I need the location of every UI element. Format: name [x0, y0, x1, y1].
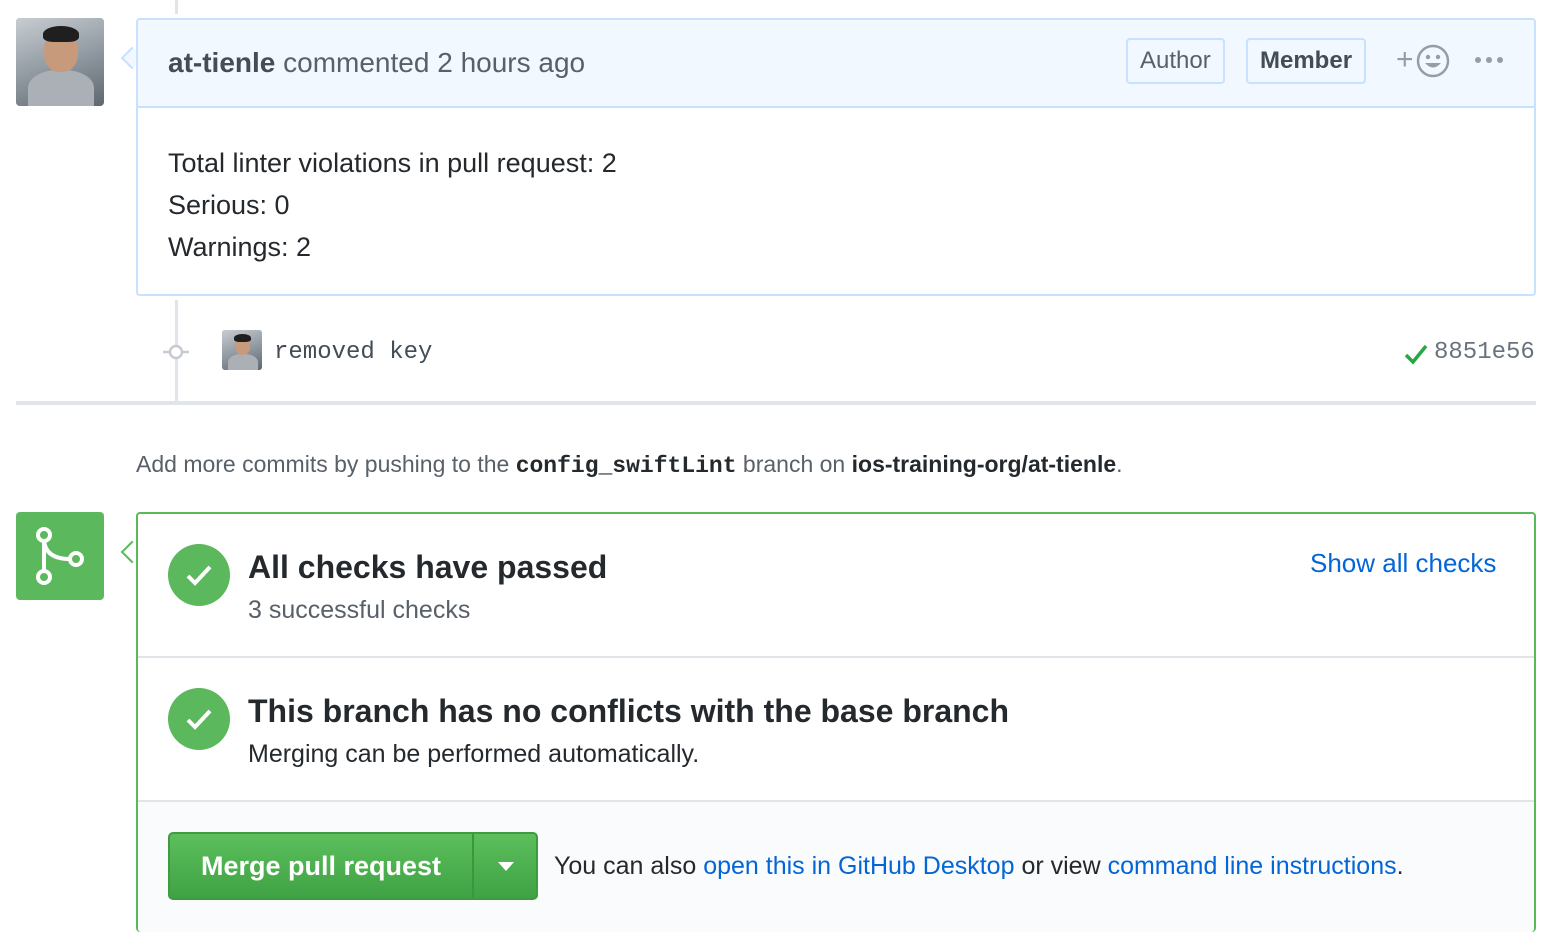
comment-timestamp[interactable]: 2 hours ago	[437, 47, 585, 78]
comment-header: at-tienle commented 2 hours ago Author M…	[138, 20, 1534, 108]
commit-author-avatar[interactable]	[222, 330, 262, 370]
merge-actions-section: Merge pull request You can also open thi…	[138, 802, 1534, 932]
merge-pull-request-button[interactable]: Merge pull request	[170, 834, 472, 898]
comment-card: at-tienle commented 2 hours ago Author M…	[136, 18, 1536, 296]
push-note-prefix: Add more commits by pushing to the	[136, 451, 510, 477]
alt-note-suffix: .	[1396, 852, 1404, 880]
conflicts-title: This branch has no conflicts with the ba…	[248, 693, 1010, 729]
comment-body-line: Total linter violations in pull request:…	[168, 148, 617, 178]
check-icon[interactable]	[1404, 343, 1428, 365]
avatar[interactable]	[16, 18, 104, 106]
comment-author-link[interactable]: at-tienle	[168, 47, 275, 78]
conflicts-section: This branch has no conflicts with the ba…	[138, 658, 1534, 802]
commit-node-icon	[163, 344, 189, 360]
comment-body: Total linter violations in pull request:…	[168, 142, 617, 268]
merge-alternatives-note: You can also open this in GitHub Desktop…	[554, 850, 1404, 882]
checks-status-badge	[168, 544, 230, 606]
comment-body-line: Warnings: 2	[168, 232, 312, 262]
merge-method-dropdown[interactable]	[472, 834, 536, 898]
conflicts-subtitle: Merging can be performed automatically.	[248, 740, 700, 768]
branch-name: config_swiftLint	[515, 453, 737, 479]
check-icon	[186, 565, 212, 586]
author-badge: Author	[1126, 38, 1225, 84]
alt-note-middle: or view	[1021, 852, 1101, 880]
merge-icon	[36, 527, 84, 585]
conflicts-status-badge	[168, 688, 230, 750]
merge-status-icon-box	[16, 512, 104, 600]
checks-title: All checks have passed	[248, 549, 608, 585]
add-reaction-plus[interactable]: +	[1396, 42, 1414, 78]
alt-note-prefix: You can also	[554, 852, 697, 880]
comment-action: commented	[283, 47, 430, 78]
check-icon	[186, 709, 212, 730]
merge-panel: All checks have passed 3 successful chec…	[136, 512, 1536, 932]
timeline-divider	[16, 401, 1536, 405]
command-line-instructions-link[interactable]: command line instructions	[1108, 852, 1397, 880]
comment-body-line: Serious: 0	[168, 190, 290, 220]
caret-down-icon	[498, 862, 514, 871]
push-note: Add more commits by pushing to the confi…	[136, 448, 1123, 482]
show-all-checks-link[interactable]: Show all checks	[1310, 546, 1496, 580]
checks-subtitle: 3 successful checks	[248, 596, 471, 624]
comment-author-line: at-tienle commented 2 hours ago	[168, 46, 585, 80]
repo-name: ios-training-org/at-tienle	[851, 451, 1117, 477]
push-note-suffix: .	[1116, 451, 1123, 477]
kebab-icon[interactable]	[1474, 50, 1504, 70]
member-badge: Member	[1246, 38, 1367, 84]
commit-sha-link[interactable]: 8851e56	[1434, 336, 1535, 370]
merge-button-group: Merge pull request	[168, 832, 538, 900]
commit-message-link[interactable]: removed key	[274, 336, 432, 370]
emoji-icon[interactable]	[1416, 44, 1450, 78]
timeline-line-top	[175, 0, 178, 14]
push-note-middle: branch on	[742, 451, 846, 477]
open-github-desktop-link[interactable]: open this in GitHub Desktop	[703, 852, 1014, 880]
checks-section: All checks have passed 3 successful chec…	[138, 514, 1534, 658]
